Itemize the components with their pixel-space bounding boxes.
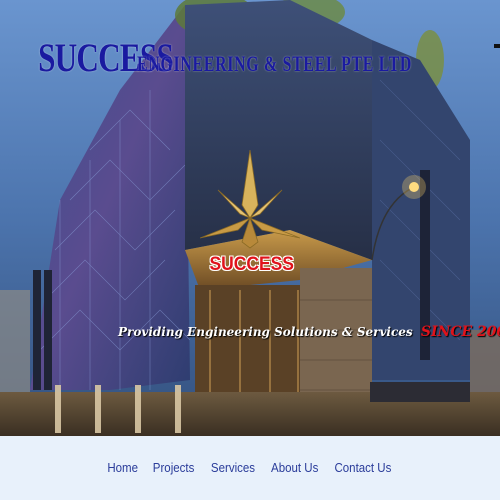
nav-contact-us[interactable]: Contact Us: [329, 461, 397, 475]
tagline-text: Providing Engineering Solutions & Servic…: [118, 325, 413, 339]
company-name: SUCCESS ENGINEERING & STEEL PTE LTD: [0, 34, 500, 81]
nav-projects[interactable]: Projects: [148, 461, 201, 475]
hero-banner: SUCCESS ENGINEERING & STEEL PTE LTD SUCC…: [0, 0, 500, 436]
nav-about-us[interactable]: About Us: [265, 461, 323, 475]
tagline: Providing Engineering Solutions & Servic…: [118, 324, 500, 340]
main-nav: Home Projects Services About Us Contact …: [0, 436, 500, 500]
nav-home[interactable]: Home: [102, 461, 144, 475]
logo-text: SUCCESS: [209, 254, 294, 275]
brand-subtitle: ENGINEERING & STEEL PTE LTD: [137, 51, 413, 76]
tagline-since: SINCE 2008: [420, 324, 500, 340]
nav-services[interactable]: Services: [205, 461, 260, 475]
